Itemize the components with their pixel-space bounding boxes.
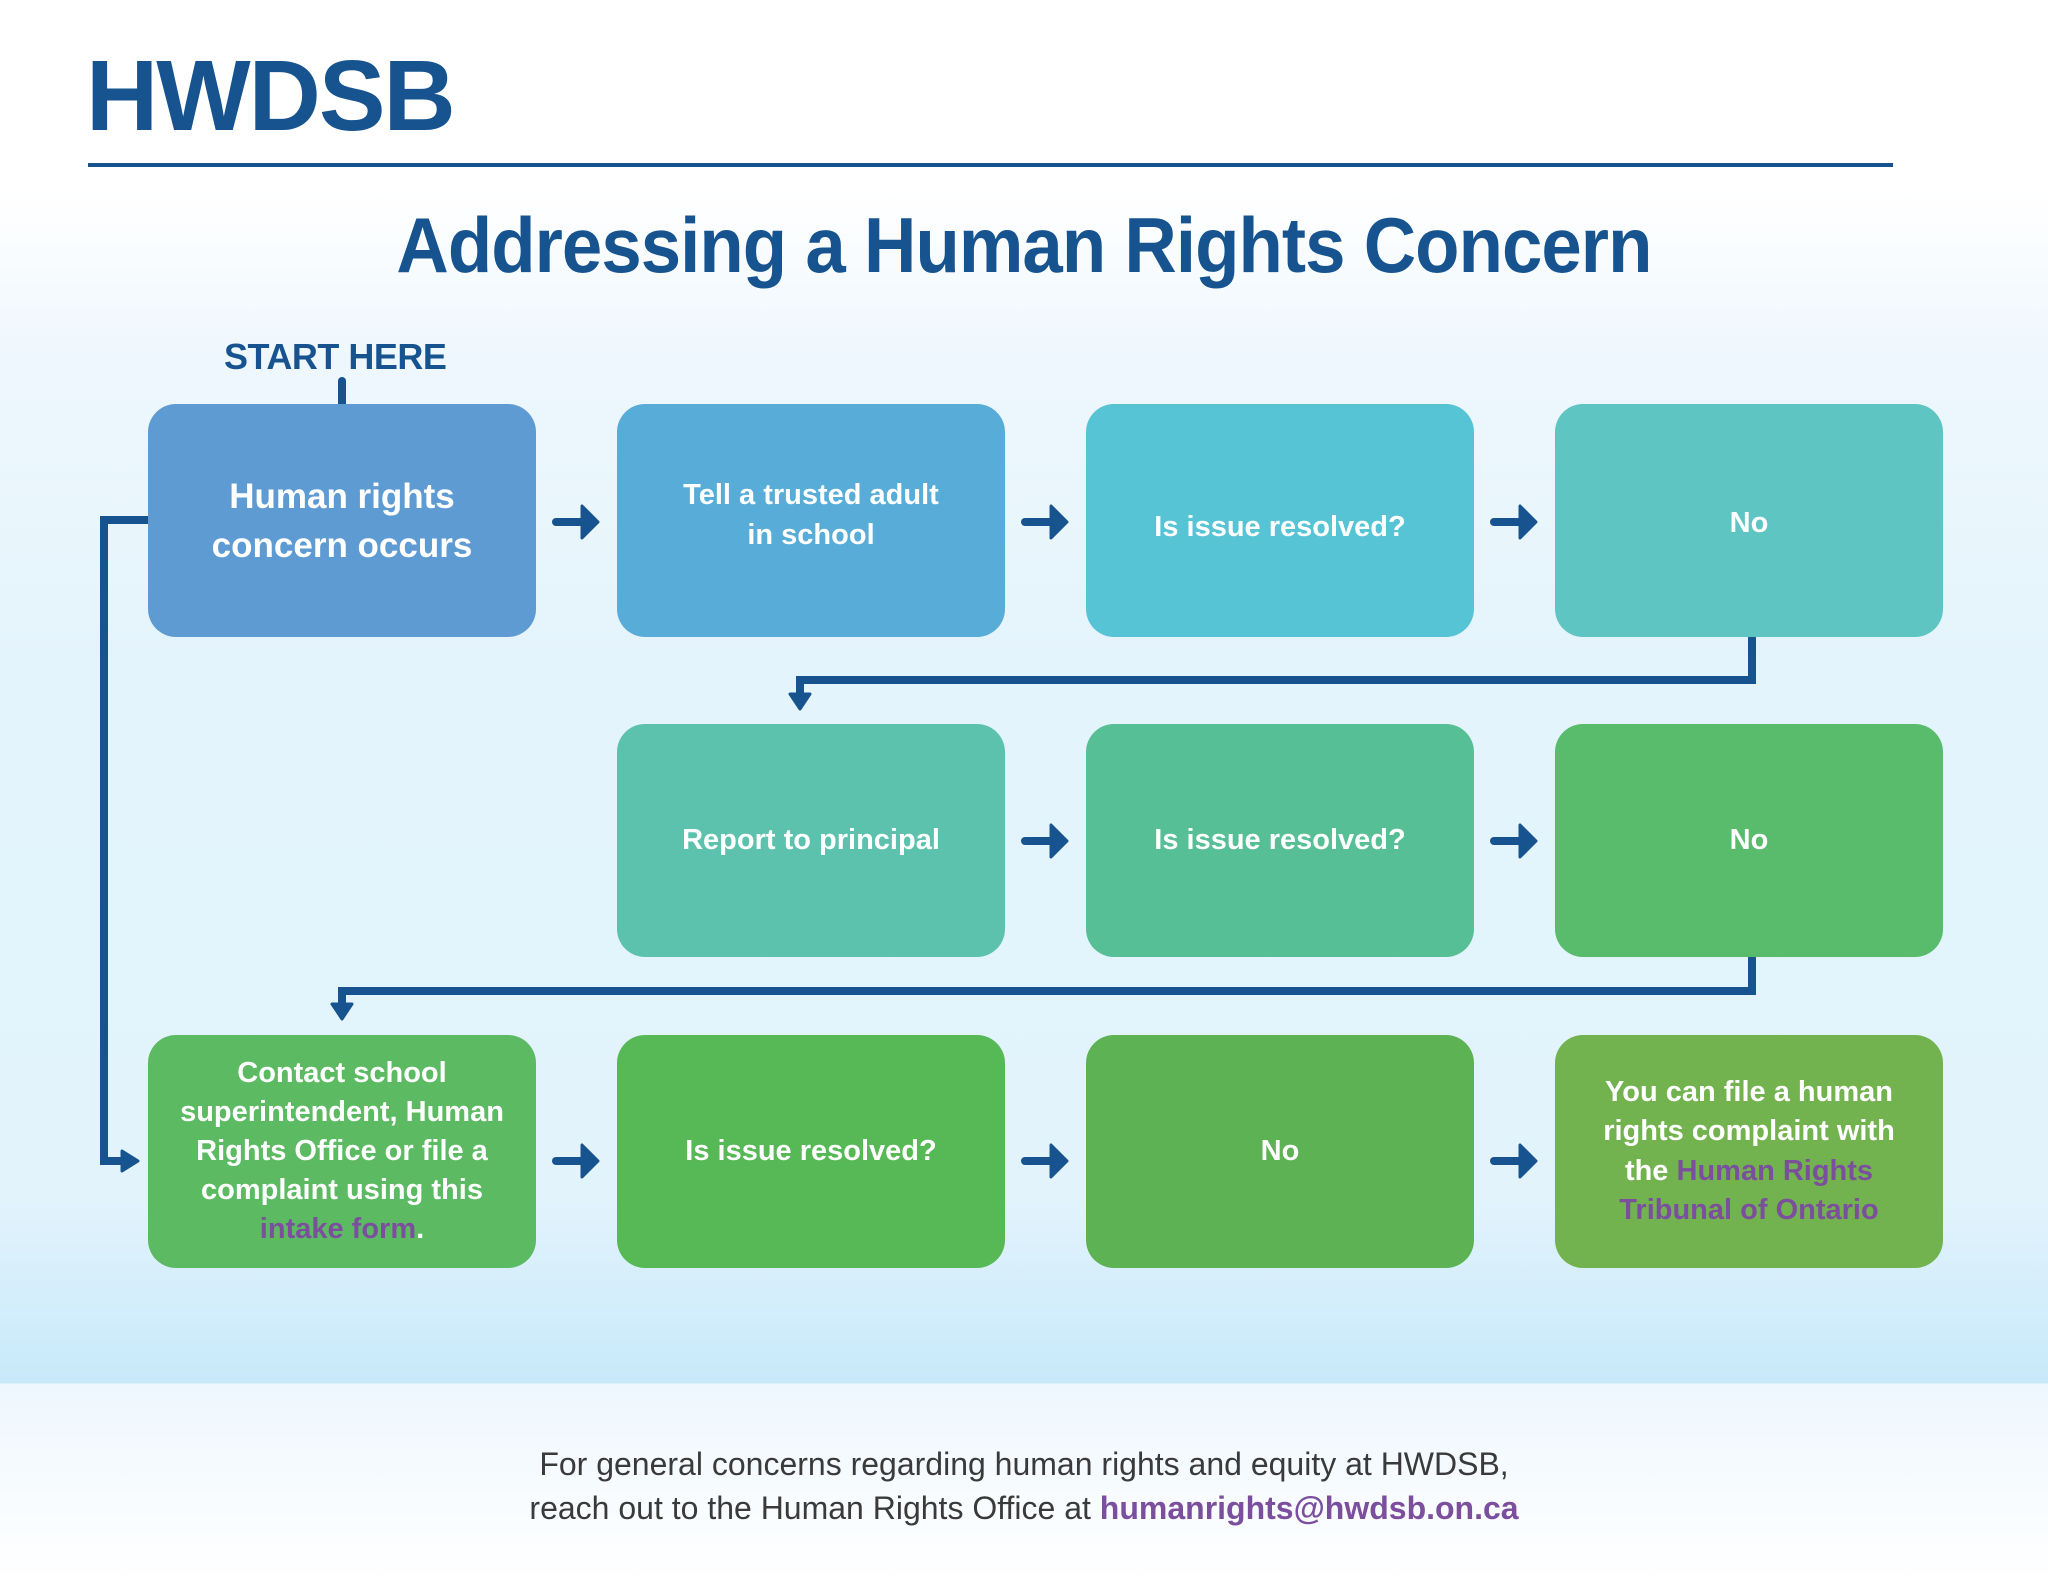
tribunal-link-continued[interactable]: Tribunal of Ontario xyxy=(1603,1191,1895,1230)
arrow-head-to-contact xyxy=(330,1002,354,1021)
intake-form-link[interactable]: intake form xyxy=(260,1213,416,1245)
step-text: No xyxy=(1729,506,1769,539)
step-text-line: in school xyxy=(747,518,875,551)
step-text: Is issue resolved? xyxy=(1154,823,1406,856)
step-is-issue-resolved-2: Is issue resolved? xyxy=(1086,724,1474,957)
footer-line-1: For general concerns regarding human rig… xyxy=(539,1446,1509,1482)
arrow-head-r1-2 xyxy=(1049,504,1069,540)
step-text-line: concern occurs xyxy=(211,525,473,565)
email-link[interactable]: humanrights@hwdsb.on.ca xyxy=(1100,1490,1519,1526)
step-file-tribunal-complaint: You can file a human rights complaint wi… xyxy=(1555,1035,1943,1268)
arrow-head-r1-3 xyxy=(1518,504,1538,540)
hwdsb-logo: HWDSB xyxy=(86,40,456,152)
step-text: Is issue resolved? xyxy=(1154,510,1406,543)
start-here-label: START HERE xyxy=(224,336,447,377)
page-title: Addressing a Human Rights Concern xyxy=(396,201,1652,289)
connector-loop-to-contact xyxy=(100,516,148,1165)
arrow-head-r3-1 xyxy=(580,1143,600,1179)
step-is-issue-resolved-3: Is issue resolved? xyxy=(617,1035,1005,1268)
step-tell-trusted-adult: Tell a trusted adult in school xyxy=(617,404,1005,637)
footer-note: For general concerns regarding human rig… xyxy=(0,1442,2048,1530)
step-text-line: superintendent, Human xyxy=(180,1095,504,1128)
step-contact-superintendent: Contact school superintendent, Human Rig… xyxy=(148,1035,536,1268)
step-no-3: No xyxy=(1086,1035,1474,1268)
step-text-line: You can file a human xyxy=(1605,1076,1893,1109)
step-text-line: Human rights xyxy=(229,476,455,516)
step-text: Report to principal xyxy=(682,823,940,856)
step-is-issue-resolved-1: Is issue resolved? xyxy=(1086,404,1474,637)
step-text-line: rights complaint with xyxy=(1603,1115,1895,1148)
step-text-line: Rights Office or file a xyxy=(196,1134,488,1167)
arrow-head-loop xyxy=(120,1149,140,1173)
footer-line-2: reach out to the Human Rights Office at … xyxy=(0,1486,2048,1530)
step-text-line: Tell a trusted adult xyxy=(683,479,939,512)
arrow-head-to-principal xyxy=(788,692,812,711)
header-divider xyxy=(88,163,1893,167)
arrow-head-r3-3 xyxy=(1518,1143,1538,1179)
step-text-line: complaint using this xyxy=(201,1174,483,1207)
arrow-head-r2-2 xyxy=(1518,823,1538,859)
step-text: No xyxy=(1729,823,1769,856)
arrow-head-r1-1 xyxy=(580,504,600,540)
step-text-line: Contact school xyxy=(237,1056,447,1089)
step-no-2: No xyxy=(1555,724,1943,957)
connector-no2-to-contact xyxy=(338,957,1756,1004)
tribunal-link[interactable]: Human Rights xyxy=(1677,1155,1874,1187)
arrow-head-r2-1 xyxy=(1049,823,1069,859)
step-no-1: No xyxy=(1555,404,1943,637)
step-text: No xyxy=(1260,1134,1300,1167)
step-text: Is issue resolved? xyxy=(685,1134,937,1167)
step-report-to-principal: Report to principal xyxy=(617,724,1005,957)
footer-text: reach out to the Human Rights Office at xyxy=(529,1490,1100,1526)
step-text-suffix: . xyxy=(416,1213,425,1246)
step-text-prefix: the xyxy=(1624,1154,1677,1187)
connector-no1-to-principal xyxy=(796,637,1756,694)
arrow-head-r3-2 xyxy=(1049,1143,1069,1179)
step-human-rights-concern: Human rights concern occurs xyxy=(148,404,536,637)
